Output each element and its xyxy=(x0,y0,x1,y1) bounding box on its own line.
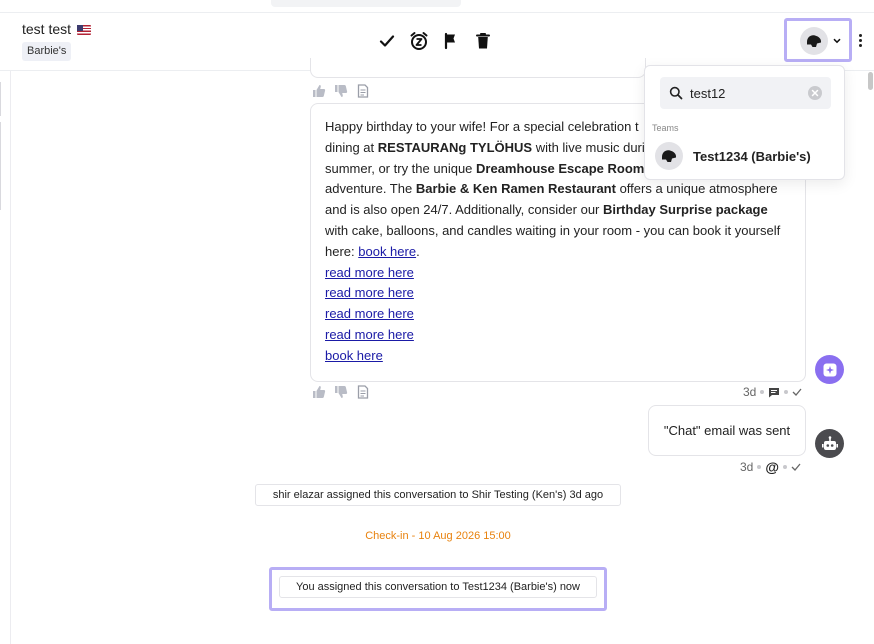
conversation-actions xyxy=(377,31,493,51)
assignment-event-text: You assigned this conversation to Test12… xyxy=(296,581,580,593)
team-option-label: Test1234 (Barbie's) xyxy=(693,148,811,164)
clear-search-button[interactable] xyxy=(808,86,822,100)
top-tab-stub xyxy=(271,0,461,7)
flag-button[interactable] xyxy=(441,31,461,51)
flag-icon xyxy=(444,32,455,50)
assignee-search xyxy=(660,77,831,109)
thumbs-up-button[interactable] xyxy=(312,385,326,399)
snooze-button[interactable] xyxy=(409,31,429,51)
scrollbar[interactable] xyxy=(867,72,874,644)
team-icon xyxy=(662,150,677,162)
read-more-link[interactable]: read more here xyxy=(325,306,414,321)
thumbs-down-button[interactable] xyxy=(334,385,348,399)
conversation-view: test test Barbie's Happy birthday to you… xyxy=(0,0,874,644)
chevron-down-icon xyxy=(833,38,841,44)
message-line: with cake, balloons, and candles waiting… xyxy=(325,222,781,238)
book-here-link[interactable]: book here xyxy=(325,348,383,363)
read-more-link[interactable]: read more here xyxy=(325,285,414,300)
team-avatar xyxy=(800,27,828,55)
message-line: adventure. The Barbie & Ken Ramen Restau… xyxy=(325,181,778,197)
assignment-event-new: You assigned this conversation to Test12… xyxy=(279,576,597,598)
search-icon xyxy=(669,86,683,100)
thumbs-up-button[interactable] xyxy=(312,84,326,98)
message-time: 3d xyxy=(743,385,757,399)
assignee-dropdown: Teams Test1234 (Barbie's) xyxy=(644,65,845,180)
assignee-button[interactable] xyxy=(800,27,846,55)
thumbs-up-icon xyxy=(313,85,326,97)
snooze-alarm-icon xyxy=(410,32,428,50)
message-feedback-1 xyxy=(312,84,370,98)
thumbs-down-icon xyxy=(335,386,348,398)
message-feedback-2 xyxy=(312,385,370,399)
assignment-event: shir elazar assigned this conversation t… xyxy=(255,484,621,506)
ai-assistant-button[interactable] xyxy=(815,355,844,384)
email-channel-icon: @ xyxy=(765,459,780,475)
thumbs-down-icon xyxy=(335,85,348,97)
check-icon xyxy=(379,35,395,47)
contact-tag[interactable]: Barbie's xyxy=(22,42,72,61)
read-more-link[interactable]: read more here xyxy=(325,327,414,342)
document-icon xyxy=(357,385,369,399)
separator-dot xyxy=(757,465,762,469)
email-sent-text: "Chat" email was sent xyxy=(663,423,791,438)
separator-dot xyxy=(760,390,765,394)
contact-name-label: test test xyxy=(22,21,72,37)
trash-icon xyxy=(476,33,490,49)
robot-icon xyxy=(821,435,838,450)
us-flag-icon xyxy=(77,25,92,35)
separator-dot xyxy=(784,390,789,394)
assignment-event-text: shir elazar assigned this conversation t… xyxy=(272,489,604,501)
sparkle-icon xyxy=(823,363,836,376)
checkin-event: Check-in - 10 Aug 2026 15:00 xyxy=(365,530,511,542)
separator-dot xyxy=(783,465,788,469)
delete-button[interactable] xyxy=(473,31,493,51)
scrollbar-thumb[interactable] xyxy=(868,72,873,90)
search-input[interactable] xyxy=(690,83,802,103)
message-time: 3d xyxy=(740,460,754,474)
document-button[interactable] xyxy=(356,84,370,98)
left-rail xyxy=(0,70,11,644)
chat-bubble-icon xyxy=(769,387,780,397)
email-sent-message: "Chat" email was sent xyxy=(648,405,806,456)
document-button[interactable] xyxy=(356,385,370,399)
team-icon xyxy=(807,35,822,47)
message-line: and is also open 24/7. Additionally, con… xyxy=(325,202,768,218)
thumbs-down-button[interactable] xyxy=(334,84,348,98)
teams-section-label: Teams xyxy=(652,123,679,133)
close-icon xyxy=(811,89,819,97)
resolve-button[interactable] xyxy=(377,31,397,51)
checkmark-icon xyxy=(792,388,802,396)
message-line: here: book here. xyxy=(325,243,420,259)
book-here-link[interactable]: book here xyxy=(358,244,416,259)
previous-message-bubble xyxy=(310,58,646,78)
more-options-button[interactable] xyxy=(854,29,866,51)
read-more-link[interactable]: read more here xyxy=(325,265,414,280)
checkmark-icon xyxy=(791,463,801,471)
document-icon xyxy=(357,84,369,98)
team-avatar xyxy=(655,142,683,170)
ai-message-meta: 3d xyxy=(743,385,802,399)
thumbs-up-icon xyxy=(313,386,326,398)
team-option[interactable]: Test1234 (Barbie's) xyxy=(655,140,835,172)
system-message-meta: 3d @ xyxy=(740,459,801,475)
contact-name[interactable]: test test xyxy=(22,21,92,37)
bot-avatar xyxy=(815,429,844,458)
